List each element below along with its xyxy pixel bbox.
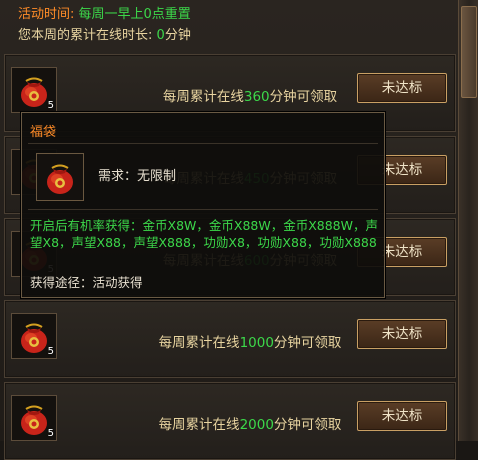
weekly-online-value: 0 xyxy=(156,28,165,43)
tooltip-open-chance: 开启后有机率获得：金币X8W，金币X88W，金币X888W，声望X8，声望X88… xyxy=(30,218,378,250)
reward-minutes: 1000 xyxy=(239,335,274,351)
reward-condition-suffix: 分钟可领取 xyxy=(269,89,338,105)
tooltip-divider xyxy=(28,143,378,144)
weekly-online-reward-panel: 活动时间: 每周一早上0点重置 您本周的累计在线时长: 0分钟 5 每周累计在线… xyxy=(0,0,478,460)
activity-time-label: 活动时间: xyxy=(18,7,75,22)
item-count: 5 xyxy=(47,428,54,439)
item-count: 5 xyxy=(47,346,54,357)
reward-minutes: 360 xyxy=(243,89,270,105)
weekly-online-unit: 分钟 xyxy=(164,28,191,43)
reward-item-slot[interactable]: 5 xyxy=(11,395,57,441)
tooltip-source: 获得途径：活动获得 xyxy=(30,275,143,290)
reward-row: 5 每周累计在线2000分钟可领取 未达标 xyxy=(4,382,456,460)
tooltip-title: 福袋 xyxy=(30,125,57,140)
scrollbar-thumb[interactable] xyxy=(461,6,477,98)
reward-row: 5 每周累计在线1000分钟可领取 未达标 xyxy=(4,300,456,378)
reward-condition: 每周累计在线360分钟可领取 xyxy=(135,85,365,105)
tooltip-item-slot xyxy=(36,153,84,201)
reward-minutes: 2000 xyxy=(239,417,274,433)
claim-button[interactable]: 未达标 xyxy=(357,319,447,349)
reward-condition: 每周累计在线2000分钟可领取 xyxy=(135,413,365,433)
tooltip-requirement: 需求：无限制 xyxy=(98,169,177,184)
reward-condition-prefix: 每周累计在线 xyxy=(158,417,240,433)
weekly-online-label: 您本周的累计在线时长: xyxy=(18,28,153,43)
claim-button[interactable]: 未达标 xyxy=(357,73,447,103)
item-tooltip: 福袋 需求：无限制 开启后有机率获得：金币X8W，金币X88W，金币X888W，… xyxy=(21,112,385,298)
activity-time-line: 活动时间: 每周一早上0点重置 xyxy=(18,6,191,24)
reward-condition-suffix: 分钟可领取 xyxy=(273,417,342,433)
claim-button[interactable]: 未达标 xyxy=(357,401,447,431)
reward-condition-prefix: 每周累计在线 xyxy=(158,335,240,351)
lucky-bag-icon xyxy=(47,164,73,194)
reward-condition-suffix: 分钟可领取 xyxy=(273,335,342,351)
reward-item-slot[interactable]: 5 xyxy=(11,67,57,113)
weekly-online-line: 您本周的累计在线时长: 0分钟 xyxy=(18,27,191,45)
item-count: 5 xyxy=(47,100,54,111)
reward-condition: 每周累计在线1000分钟可领取 xyxy=(135,331,365,351)
reward-item-slot[interactable]: 5 xyxy=(11,313,57,359)
activity-time-value: 每周一早上0点重置 xyxy=(78,7,191,22)
reward-condition-prefix: 每周累计在线 xyxy=(162,89,244,105)
tooltip-divider xyxy=(28,209,378,210)
